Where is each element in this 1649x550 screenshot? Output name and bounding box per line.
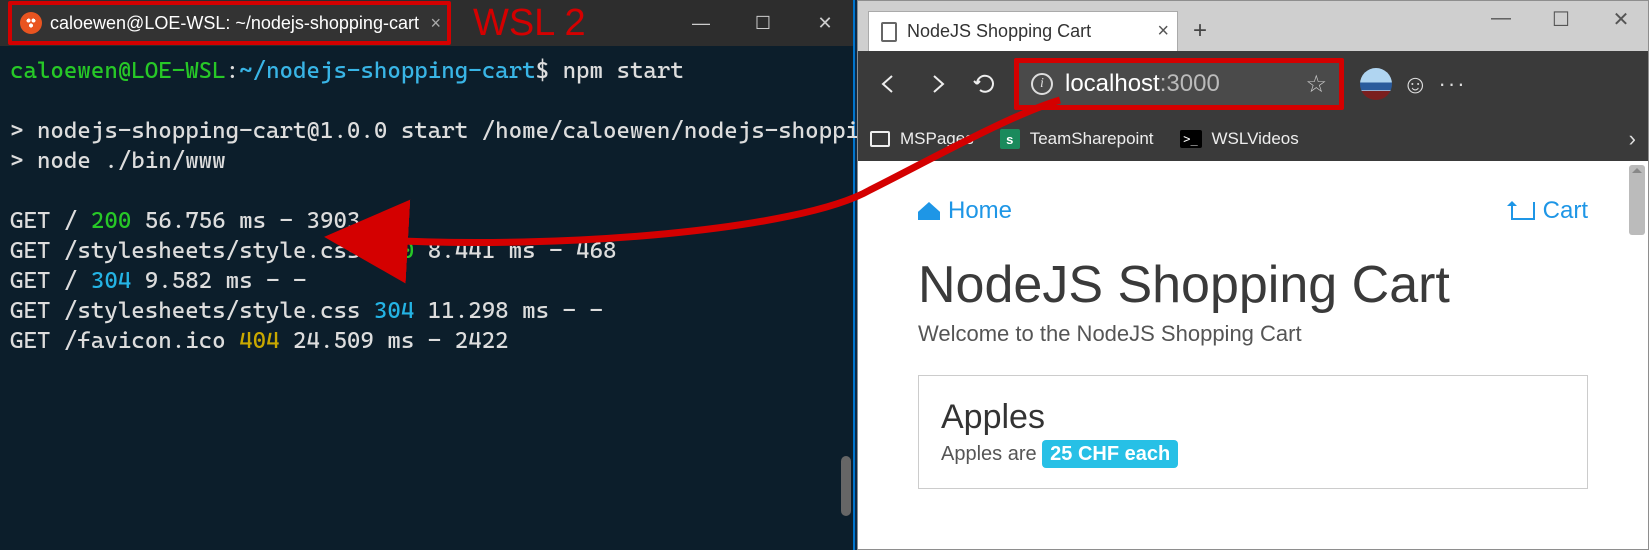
log-3-post: 11.298 ms - -: [414, 298, 603, 324]
info-icon[interactable]: i: [1031, 73, 1053, 95]
maximize-icon[interactable]: ☐: [1546, 7, 1576, 32]
bookmark-wslvideos[interactable]: >_ WSLVideos: [1180, 129, 1299, 149]
terminal-body[interactable]: caloewen@LOE-WSL:~/nodejs-shopping-cart$…: [0, 46, 853, 550]
feedback-icon[interactable]: ☺: [1402, 69, 1429, 100]
menu-icon[interactable]: ···: [1439, 71, 1467, 97]
browser-window: NodeJS Shopping Cart × + — ☐ ✕ i localho…: [857, 0, 1649, 550]
log-1-pre: GET /stylesheets/style.css: [10, 238, 374, 264]
prompt-sym: $: [536, 58, 549, 84]
prompt-sep: :: [226, 58, 239, 84]
log-2-status: 304: [91, 268, 131, 294]
minimize-icon[interactable]: —: [681, 13, 721, 34]
close-icon[interactable]: ✕: [1606, 7, 1636, 32]
terminal-scrollbar[interactable]: [841, 456, 851, 516]
terminal-window-controls: — ☐ ✕: [681, 13, 845, 34]
favorite-icon[interactable]: ☆: [1305, 70, 1327, 99]
plus-icon: +: [1193, 17, 1207, 45]
product-desc-text: Apples are: [941, 443, 1042, 465]
log-4-post: 24.509 ms - 2422: [280, 328, 509, 354]
terminal-tab[interactable]: caloewen@LOE-WSL: ~/nodejs-shopping-cart…: [8, 1, 451, 45]
price-badge: 25 CHF each: [1042, 440, 1178, 468]
prompt-user: caloewen@LOE-WSL: [10, 58, 226, 84]
log-2-pre: GET /: [10, 268, 91, 294]
bookmark-label: WSLVideos: [1212, 129, 1299, 149]
page-nav: Home Cart: [918, 197, 1588, 225]
terminal-out-line2: > node ./bin/www: [10, 148, 226, 174]
cart-link[interactable]: Cart: [1511, 197, 1588, 225]
wsl-annotation: WSL 2: [473, 2, 586, 45]
bookmarks-bar: MSPages s TeamSharepoint >_ WSLVideos ›: [858, 117, 1648, 161]
close-icon[interactable]: ✕: [805, 13, 845, 34]
log-4-pre: GET /favicon.ico: [10, 328, 239, 354]
bookmark-icon: [870, 131, 890, 147]
address-port: :3000: [1160, 70, 1220, 97]
sharepoint-icon: s: [1000, 129, 1020, 149]
page-icon: [881, 22, 897, 42]
forward-button[interactable]: [918, 65, 956, 103]
terminal-window: caloewen@LOE-WSL: ~/nodejs-shopping-cart…: [0, 0, 855, 550]
bookmark-label: TeamSharepoint: [1030, 129, 1154, 149]
bookmarks-more-icon[interactable]: ›: [1629, 126, 1636, 152]
address-text: localhost:3000: [1065, 70, 1293, 98]
terminal-icon: >_: [1180, 130, 1202, 148]
log-0-post: 56.756 ms - 3903: [131, 208, 360, 234]
log-3-pre: GET /stylesheets/style.css: [10, 298, 374, 324]
browser-tab[interactable]: NodeJS Shopping Cart ×: [868, 11, 1178, 51]
refresh-button[interactable]: [966, 65, 1004, 103]
maximize-icon[interactable]: ☐: [743, 13, 783, 34]
profile-avatar[interactable]: [1360, 68, 1392, 100]
log-1-post: 8.441 ms - 468: [414, 238, 616, 264]
terminal-tab-title: caloewen@LOE-WSL: ~/nodejs-shopping-cart: [50, 13, 419, 34]
browser-tab-close-icon[interactable]: ×: [1157, 20, 1169, 43]
terminal-tab-close-icon[interactable]: ×: [430, 13, 441, 34]
home-link-label: Home: [948, 197, 1012, 225]
cart-link-label: Cart: [1543, 197, 1588, 225]
terminal-out-line1: > nodejs-shopping-cart@1.0.0 start /home…: [10, 118, 953, 144]
product-title: Apples: [941, 398, 1565, 437]
home-icon: [918, 202, 940, 220]
back-button[interactable]: [870, 65, 908, 103]
page-subtitle: Welcome to the NodeJS Shopping Cart: [918, 321, 1588, 347]
browser-titlebar: NodeJS Shopping Cart × + — ☐ ✕: [858, 1, 1648, 51]
new-tab-button[interactable]: +: [1178, 11, 1222, 51]
log-0-status: 200: [91, 208, 131, 234]
bookmark-teamsharepoint[interactable]: s TeamSharepoint: [1000, 129, 1154, 149]
log-1-status: 200: [374, 238, 414, 264]
terminal-titlebar: caloewen@LOE-WSL: ~/nodejs-shopping-cart…: [0, 0, 853, 46]
bookmark-label: MSPages: [900, 129, 974, 149]
browser-page[interactable]: Home Cart NodeJS Shopping Cart Welcome t…: [858, 161, 1648, 549]
product-description: Apples are 25 CHF each: [941, 443, 1565, 466]
browser-window-controls: — ☐ ✕: [1486, 7, 1636, 32]
log-2-post: 9.582 ms - -: [131, 268, 306, 294]
page-scrollbar[interactable]: [1629, 165, 1645, 235]
page-title: NodeJS Shopping Cart: [918, 255, 1588, 315]
cart-icon: [1511, 202, 1535, 220]
log-3-status: 304: [374, 298, 414, 324]
bookmark-mspages[interactable]: MSPages: [870, 129, 974, 149]
address-host: localhost: [1065, 70, 1160, 97]
terminal-cmd: npm start: [563, 58, 684, 84]
minimize-icon[interactable]: —: [1486, 7, 1516, 32]
prompt-path: ~/nodejs-shopping-cart: [239, 58, 535, 84]
home-link[interactable]: Home: [918, 197, 1012, 225]
browser-tab-title: NodeJS Shopping Cart: [907, 21, 1091, 42]
log-0-pre: GET /: [10, 208, 91, 234]
product-card: Apples Apples are 25 CHF each: [918, 375, 1588, 489]
address-bar[interactable]: i localhost:3000 ☆: [1014, 58, 1344, 110]
log-4-status: 404: [239, 328, 279, 354]
ubuntu-icon: [20, 12, 42, 34]
browser-toolbar: i localhost:3000 ☆ ☺ ···: [858, 51, 1648, 117]
